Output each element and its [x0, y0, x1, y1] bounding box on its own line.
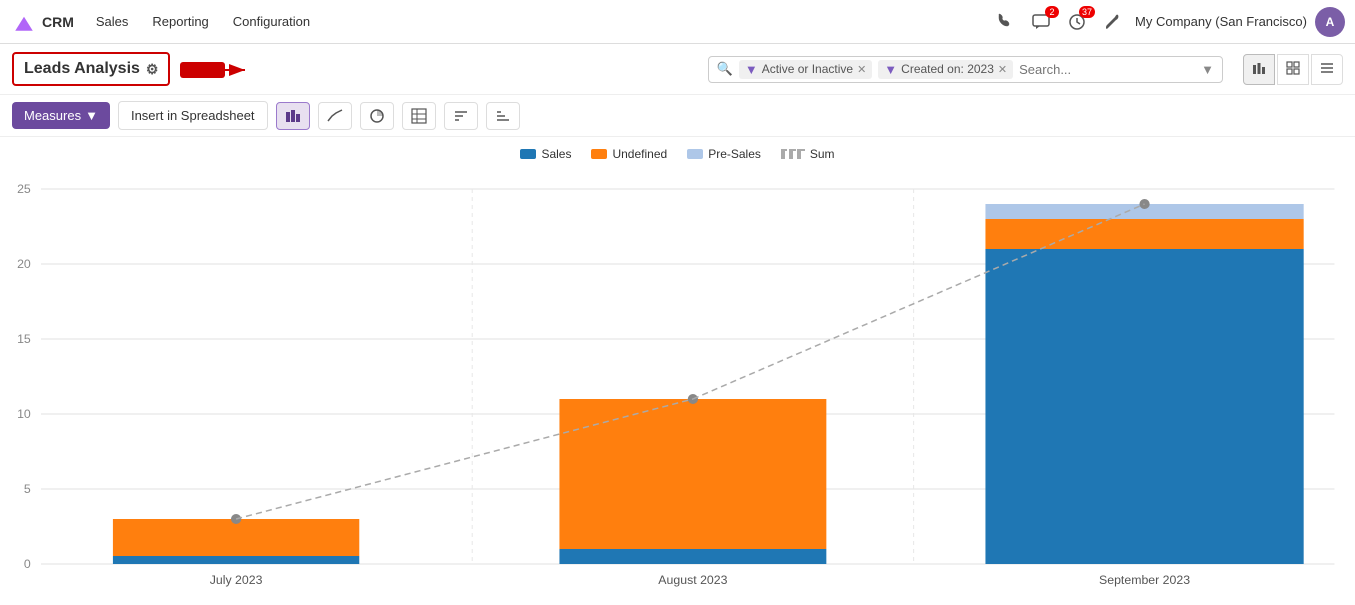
svg-text:September 2023: September 2023 — [1099, 573, 1190, 587]
pie-chart-type-icon — [369, 108, 385, 124]
chart-legend: Sales Undefined Pre-Sales Sum — [0, 147, 1355, 161]
sort-asc-icon — [495, 108, 511, 124]
active-inactive-filter-tag[interactable]: ▼ Active or Inactive ✕ — [739, 60, 872, 79]
chat-badge: 2 — [1045, 6, 1059, 18]
desc-sort-btn[interactable] — [444, 102, 478, 130]
nav-sales[interactable]: Sales — [86, 8, 139, 35]
july-undefined-bar — [113, 519, 359, 556]
app-name: CRM — [42, 14, 74, 30]
toolbar: Measures ▼ Insert in Spreadsheet — [0, 95, 1355, 137]
legend-label-sum: Sum — [810, 147, 835, 161]
measures-button[interactable]: Measures ▼ — [12, 102, 110, 129]
created-2023-filter-tag[interactable]: ▼ Created on: 2023 ✕ — [878, 60, 1013, 79]
search-bar: 🔍 ▼ Active or Inactive ✕ ▼ Created on: 2… — [708, 56, 1223, 83]
list-icon — [1320, 61, 1334, 75]
nav-reporting[interactable]: Reporting — [142, 8, 218, 35]
bar-chart-icon — [1252, 61, 1266, 75]
legend-swatch-sum — [781, 149, 805, 159]
table-chart-btn[interactable] — [402, 102, 436, 130]
sep-undefined-bar — [985, 219, 1303, 249]
svg-text:15: 15 — [17, 332, 31, 346]
activity-icon-btn[interactable]: 37 — [1063, 8, 1091, 36]
pie-chart-btn[interactable] — [360, 102, 394, 130]
bar-chart-type-icon — [285, 108, 301, 124]
created-2023-label: Created on: 2023 — [901, 62, 994, 76]
aug-sales-bar — [559, 549, 826, 564]
line-chart-type-icon — [327, 108, 343, 124]
legend-swatch-presales — [687, 149, 703, 159]
remove-created-filter[interactable]: ✕ — [998, 63, 1007, 76]
bar-chart-btn[interactable] — [276, 102, 310, 130]
page-title-box: Leads Analysis ⚙ — [12, 52, 170, 86]
svg-text:20: 20 — [17, 257, 31, 271]
settings-icon-btn[interactable] — [1099, 8, 1127, 36]
annotation-arrow — [180, 54, 250, 84]
legend-sales: Sales — [520, 147, 571, 161]
page-title: Leads Analysis — [24, 60, 140, 78]
nav-configuration[interactable]: Configuration — [223, 8, 320, 35]
activity-badge: 37 — [1079, 6, 1095, 18]
svg-text:10: 10 — [17, 407, 31, 421]
chart-container: Sales Undefined Pre-Sales Sum 0 5 10 15 — [0, 137, 1355, 598]
grid-view-btn[interactable] — [1277, 54, 1309, 85]
aug-undefined-bar — [559, 399, 826, 549]
line-chart-btn[interactable] — [318, 102, 352, 130]
legend-label-sales: Sales — [541, 147, 571, 161]
active-inactive-label: Active or Inactive — [762, 62, 853, 76]
main-chart-svg: 0 5 10 15 20 25 July 2023 August 2023 — [0, 169, 1355, 589]
filter-icon-1: ▼ — [745, 62, 758, 77]
svg-text:5: 5 — [24, 482, 31, 496]
measures-dropdown-icon: ▼ — [85, 108, 98, 123]
sort-desc-icon — [453, 108, 469, 124]
navbar: CRM Sales Reporting Configuration 2 37 — [0, 0, 1355, 44]
measures-label: Measures — [24, 108, 81, 123]
legend-label-presales: Pre-Sales — [708, 147, 761, 161]
wrench-icon — [1103, 12, 1123, 32]
phone-icon-btn[interactable] — [991, 8, 1019, 36]
legend-swatch-sales — [520, 149, 536, 159]
view-switcher — [1243, 54, 1343, 85]
legend-presales: Pre-Sales — [687, 147, 761, 161]
filter-icon-2: ▼ — [884, 62, 897, 77]
legend-swatch-undefined — [591, 149, 607, 159]
spreadsheet-label: Insert in Spreadsheet — [131, 108, 255, 123]
insert-spreadsheet-button[interactable]: Insert in Spreadsheet — [118, 101, 268, 130]
legend-label-undefined: Undefined — [612, 147, 667, 161]
july-sales-bar — [113, 556, 359, 564]
phone-icon — [995, 12, 1015, 32]
legend-undefined: Undefined — [591, 147, 667, 161]
company-info[interactable]: My Company (San Francisco) — [1135, 14, 1307, 29]
settings-gear-icon[interactable]: ⚙ — [146, 61, 159, 78]
asc-sort-btn[interactable] — [486, 102, 520, 130]
search-dropdown-arrow[interactable]: ▼ — [1201, 62, 1214, 77]
navbar-right: 2 37 My Company (San Francisco) A — [991, 7, 1345, 37]
search-icon: 🔍 — [717, 61, 733, 77]
svg-text:July 2023: July 2023 — [210, 573, 263, 587]
grid-icon — [1286, 61, 1300, 75]
app-logo[interactable]: CRM — [10, 8, 74, 36]
sep-sales-bar — [985, 249, 1303, 564]
avatar[interactable]: A — [1315, 7, 1345, 37]
graph-view-btn[interactable] — [1243, 54, 1275, 85]
company-name: My Company (San Francisco) — [1135, 14, 1307, 29]
svg-text:25: 25 — [17, 182, 31, 196]
table-icon — [411, 108, 427, 124]
search-input[interactable] — [1019, 62, 1195, 77]
svg-text:0: 0 — [24, 557, 31, 571]
odoo-logo-icon — [10, 8, 38, 36]
legend-sum: Sum — [781, 147, 835, 161]
list-view-btn[interactable] — [1311, 54, 1343, 85]
arrow-annotation — [180, 54, 250, 84]
page-header: Leads Analysis ⚙ 🔍 ▼ Active or Inactive … — [0, 44, 1355, 95]
remove-active-filter[interactable]: ✕ — [857, 63, 866, 76]
svg-text:August 2023: August 2023 — [658, 573, 727, 587]
chat-icon-btn[interactable]: 2 — [1027, 8, 1055, 36]
